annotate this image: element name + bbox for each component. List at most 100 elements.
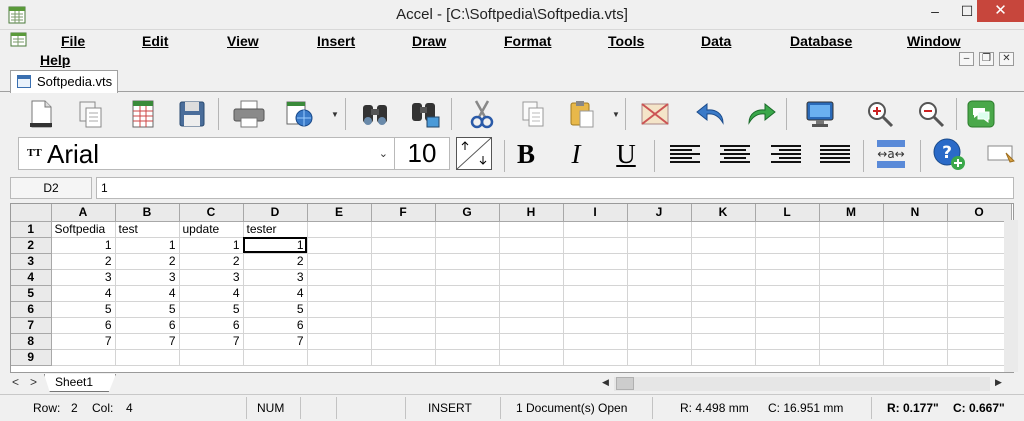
grid-cell[interactable] — [435, 317, 500, 334]
grid-cell[interactable]: 7 — [179, 333, 244, 350]
column-header[interactable]: O — [947, 204, 1012, 222]
grid-cell[interactable] — [883, 349, 948, 366]
grid-cell[interactable]: 1 — [51, 237, 116, 254]
grid-cell[interactable] — [307, 301, 372, 318]
grid-cell[interactable]: Softpedia — [51, 221, 116, 238]
grid-cell[interactable] — [179, 349, 244, 366]
comment-icon[interactable] — [982, 135, 1020, 173]
grid-cell[interactable] — [563, 285, 628, 302]
formula-input[interactable]: 1 — [96, 177, 1014, 199]
row-header[interactable]: 5 — [11, 285, 52, 302]
new-document-icon[interactable] — [22, 95, 60, 133]
grid-cell[interactable] — [947, 333, 1012, 350]
grid-cell[interactable] — [307, 269, 372, 286]
sheet-prev-icon[interactable]: < — [12, 375, 19, 389]
redo-icon[interactable] — [742, 95, 780, 133]
grid-cell[interactable] — [371, 333, 436, 350]
column-header[interactable]: E — [307, 204, 372, 222]
grid-cell[interactable] — [755, 253, 820, 270]
grid-cell[interactable] — [307, 285, 372, 302]
grid-cell[interactable] — [115, 349, 180, 366]
print-icon[interactable] — [230, 95, 268, 133]
grid-cell[interactable]: 4 — [51, 285, 116, 302]
grid-cell[interactable] — [499, 301, 564, 318]
grid-cell[interactable] — [627, 269, 692, 286]
menu-help[interactable]: Help — [40, 52, 70, 68]
column-header[interactable]: C — [179, 204, 244, 222]
grid-cell[interactable] — [947, 301, 1012, 318]
font-size-spinner[interactable] — [456, 137, 492, 170]
font-size-input[interactable]: 10 — [394, 137, 450, 170]
column-header[interactable]: L — [755, 204, 820, 222]
grid-cell[interactable]: 2 — [179, 253, 244, 270]
grid-cell[interactable]: 2 — [115, 253, 180, 270]
scrollbar-thumb[interactable] — [616, 377, 634, 390]
scroll-right-icon[interactable]: ▶ — [995, 377, 1002, 388]
grid-cell[interactable] — [435, 253, 500, 270]
grid-cell[interactable]: 5 — [243, 301, 308, 318]
column-header[interactable]: D — [243, 204, 308, 222]
row-header[interactable]: 1 — [11, 221, 52, 238]
grid-cell[interactable]: 3 — [243, 269, 308, 286]
image-icon[interactable] — [636, 95, 674, 133]
grid-cell[interactable] — [627, 285, 692, 302]
grid-cell[interactable]: 6 — [179, 317, 244, 334]
grid-cell[interactable] — [563, 253, 628, 270]
grid-cell[interactable]: 6 — [51, 317, 116, 334]
grid-cell[interactable]: 7 — [115, 333, 180, 350]
find-replace-icon[interactable] — [406, 95, 444, 133]
undo-icon[interactable] — [692, 95, 730, 133]
grid-cell[interactable] — [819, 221, 884, 238]
row-header[interactable]: 2 — [11, 237, 52, 254]
menu-format[interactable]: Format — [504, 33, 551, 49]
grid-cell[interactable]: update — [179, 221, 244, 238]
grid-cell[interactable] — [51, 349, 116, 366]
grid-cell[interactable] — [627, 349, 692, 366]
grid-cell[interactable] — [499, 253, 564, 270]
grid-cell[interactable] — [307, 221, 372, 238]
grid-cell[interactable] — [755, 221, 820, 238]
export-dropdown-icon[interactable]: ▼ — [331, 110, 339, 119]
help-icon[interactable]: ? — [930, 135, 968, 173]
grid-cell[interactable] — [691, 349, 756, 366]
grid-cell[interactable] — [883, 269, 948, 286]
column-header[interactable]: F — [371, 204, 436, 222]
vertical-scrollbar[interactable] — [1004, 220, 1018, 372]
row-header[interactable]: 6 — [11, 301, 52, 318]
grid-cell[interactable] — [947, 317, 1012, 334]
copy-document-icon[interactable] — [72, 95, 110, 133]
align-right-icon[interactable] — [771, 145, 801, 165]
italic-button[interactable]: I — [560, 139, 592, 169]
grid-cell[interactable] — [627, 237, 692, 254]
row-header[interactable]: 3 — [11, 253, 52, 270]
grid-cell[interactable] — [819, 237, 884, 254]
scroll-left-icon[interactable]: ◀ — [602, 377, 609, 388]
grid-cell[interactable]: tester — [243, 221, 308, 238]
grid-cell[interactable] — [947, 221, 1012, 238]
grid-cell[interactable]: 2 — [243, 253, 308, 270]
grid-cell[interactable] — [499, 349, 564, 366]
grid-cell[interactable] — [883, 333, 948, 350]
sheet-next-icon[interactable]: > — [30, 375, 37, 389]
grid-cell[interactable] — [563, 301, 628, 318]
menu-file[interactable]: File — [61, 33, 85, 49]
grid-cell[interactable]: 4 — [115, 285, 180, 302]
menu-insert[interactable]: Insert — [317, 33, 355, 49]
grid-cell[interactable] — [563, 333, 628, 350]
menu-database[interactable]: Database — [790, 33, 852, 49]
grid-cell[interactable] — [499, 317, 564, 334]
grid-cell[interactable] — [371, 269, 436, 286]
grid-cell[interactable] — [371, 221, 436, 238]
grid-cell[interactable]: 5 — [115, 301, 180, 318]
grid-cell[interactable] — [691, 237, 756, 254]
grid-cell[interactable] — [819, 333, 884, 350]
grid-cell[interactable] — [435, 349, 500, 366]
grid-cell[interactable] — [435, 333, 500, 350]
grid-cell[interactable]: 6 — [115, 317, 180, 334]
monitor-icon[interactable] — [801, 95, 839, 133]
grid-cell[interactable] — [883, 221, 948, 238]
grid-cell[interactable] — [243, 349, 308, 366]
grid-cell[interactable] — [371, 349, 436, 366]
grid-cell[interactable] — [819, 349, 884, 366]
grid-cell[interactable] — [627, 253, 692, 270]
